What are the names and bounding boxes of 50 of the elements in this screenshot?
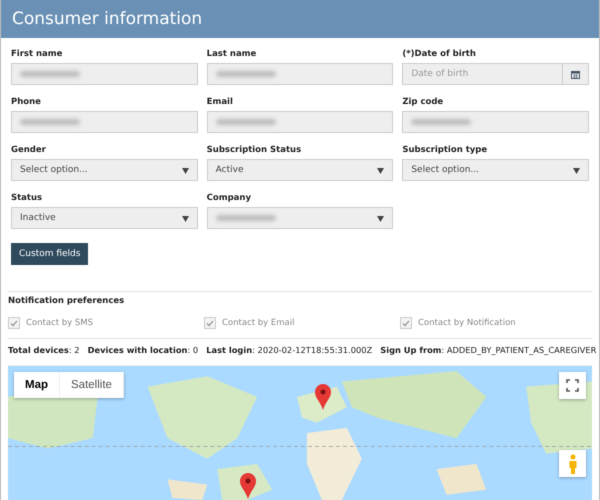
map-pin-icon: [240, 473, 256, 499]
caret-icon: [573, 168, 580, 174]
field-label: Subscription type: [402, 145, 488, 155]
section-title: Notification preferences: [8, 296, 126, 306]
field-label: Phone: [11, 97, 42, 107]
input-field[interactable]: [11, 111, 198, 133]
checkbox[interactable]: [204, 317, 216, 329]
stat-text: Devices with location: 0: [88, 345, 198, 355]
field-label: (*)Date of birth: [402, 49, 477, 59]
caret-icon: [182, 168, 189, 174]
checkbox-label: Contact by Notification: [418, 318, 516, 328]
input-field[interactable]: [402, 111, 589, 133]
person-icon: [568, 454, 578, 474]
date-field[interactable]: Date of birth: [402, 63, 563, 85]
checkbox[interactable]: [8, 317, 20, 329]
select-dropdown[interactable]: Select option...: [11, 159, 198, 181]
calendar-icon: [571, 70, 580, 78]
stat-text: Sign Up from: ADDED_BY_PATIENT_AS_CAREGIVER: [380, 345, 596, 355]
field-label: Email: [206, 97, 234, 107]
select-dropdown[interactable]: Active: [206, 159, 394, 181]
stat-text: Last login: 2020-02-12T18:55:31.000Z: [206, 345, 372, 355]
checkbox[interactable]: [400, 317, 412, 329]
field-label: Company: [206, 193, 252, 203]
fullscreen-button[interactable]: [559, 372, 586, 399]
field-label: Last name: [206, 49, 258, 59]
caret-icon: [377, 168, 384, 174]
checkbox-label: Contact by Email: [222, 318, 294, 328]
field-label: Zip code: [402, 97, 444, 107]
map-type-tab[interactable]: Satellite: [60, 372, 124, 398]
select-dropdown[interactable]: [206, 207, 394, 229]
caret-icon: [182, 216, 189, 222]
street-view-button[interactable]: [559, 450, 586, 477]
calendar-button[interactable]: [563, 63, 589, 85]
select-dropdown[interactable]: Select option...: [402, 159, 589, 181]
input-field[interactable]: [206, 63, 394, 85]
field-label: Status: [11, 193, 44, 203]
field-label: Gender: [11, 145, 47, 155]
map-type-tab[interactable]: Map: [14, 372, 60, 398]
map-pin-icon: [315, 384, 331, 410]
select-dropdown[interactable]: Inactive: [11, 207, 198, 229]
fullscreen-icon: [566, 379, 579, 392]
stat-text: Total devices: 2: [8, 345, 80, 355]
caret-icon: [377, 216, 384, 222]
field-label: First name: [11, 49, 64, 59]
page-title: Consumer information: [12, 9, 202, 29]
input-field[interactable]: [11, 63, 198, 85]
input-field[interactable]: [206, 111, 394, 133]
field-label: Subscription Status: [206, 145, 302, 155]
custom-fields-button[interactable]: Custom fields: [11, 243, 88, 265]
checkbox-label: Contact by SMS: [26, 318, 94, 328]
